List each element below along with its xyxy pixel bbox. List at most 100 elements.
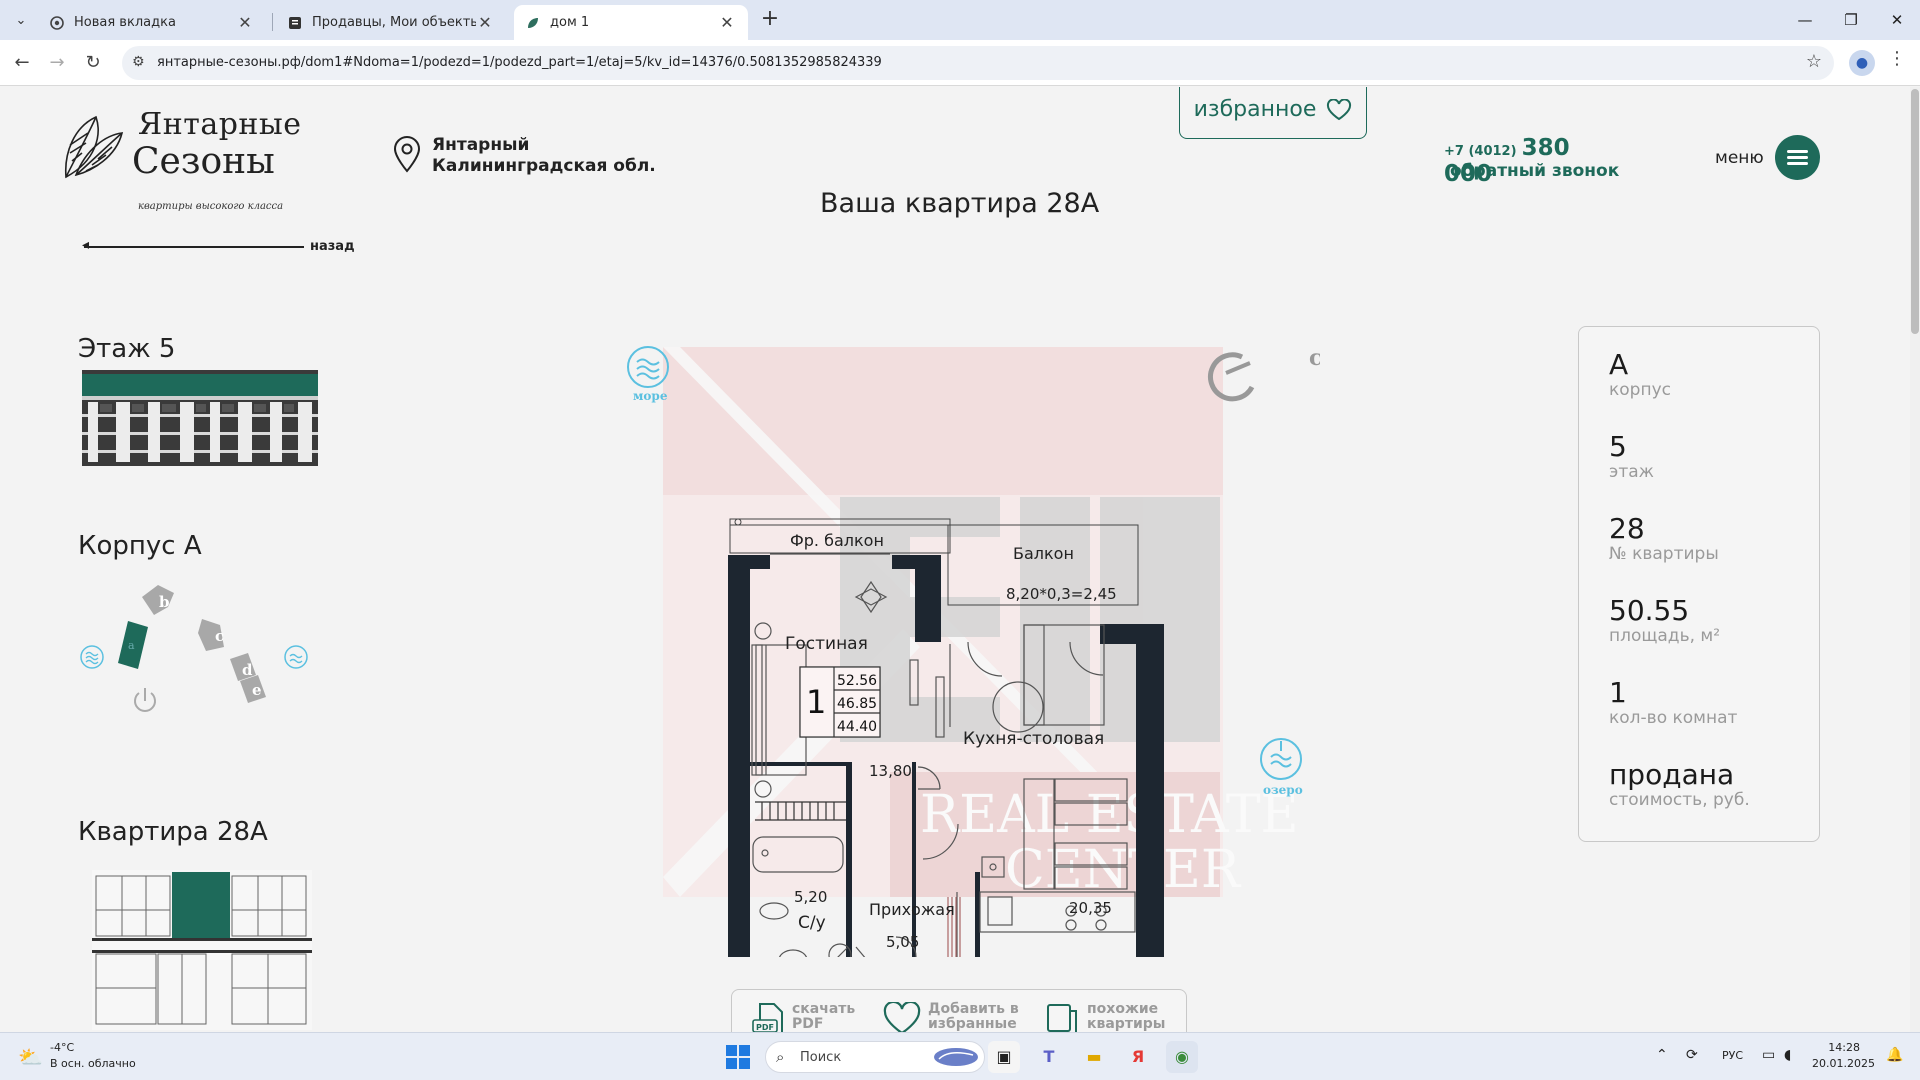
kitchen-area-label: 20,35 [1069,899,1112,917]
info-value: 1 [1609,676,1627,709]
watermark-logo: REAL ESTATE CENTER [663,347,1299,900]
taskbar-search[interactable]: ⌕ Поиск [765,1041,985,1073]
page-scrollbar[interactable] [1910,87,1920,1032]
yandex-browser-icon[interactable]: Я [1122,1041,1154,1073]
close-icon[interactable]: ✕ [718,13,736,32]
logo-text-line1: Янтарные [138,107,302,142]
task-view-icon[interactable]: ▣ [988,1041,1020,1073]
corpus-site-map[interactable]: a b c d e [76,577,316,757]
corpus-building-b[interactable]: b [142,585,174,615]
teams-icon[interactable]: T [1033,1041,1065,1073]
url-text[interactable]: янтарные-сезоны.рф/dom1#Ndoma=1/podezd=1… [157,55,882,70]
hall-area-label: 5,05 [886,933,919,951]
restore-button[interactable]: ❐ [1828,0,1874,40]
reload-icon[interactable]: ↻ [78,48,108,78]
center-label: с [1309,345,1320,371]
bookmark-star-icon[interactable]: ☆ [1806,51,1822,72]
tab-search-button[interactable]: ⌄ [8,8,34,34]
floor-building-image[interactable] [82,370,318,466]
floor-heading: Этаж 5 [78,334,176,364]
info-floor: 5 этаж [1609,430,1654,483]
corpus-building-d[interactable]: d [230,653,256,681]
weather-description[interactable]: В осн. облачно [50,1057,136,1070]
tab-new-tab[interactable]: Новая вкладка ✕ [38,5,266,40]
add-to-favorites-label: Добавить в избранные [928,1001,1019,1032]
notification-bell-icon[interactable]: 🔔 [1886,1047,1903,1063]
site-logo[interactable]: Янтарные Сезоны квартиры высокого класса [62,105,322,212]
clock-time[interactable]: 14:28 [1820,1041,1860,1054]
corpus-label: c [215,627,224,645]
tab-separator [272,13,273,31]
bath-label: С/у [798,913,826,933]
back-arrow-icon[interactable]: ← [7,48,37,78]
sea-icon [627,346,669,388]
keyboard-language[interactable]: РУС [1722,1049,1743,1062]
living-room-label: Гостиная [785,634,868,654]
add-to-favorites-button[interactable]: Добавить в избранные [882,1002,1028,1032]
floor-plan-thumbnail[interactable] [92,870,312,1030]
download-pdf-button[interactable]: PDF скачать PDF [752,1002,882,1032]
site-info-icon[interactable]: ⚙ [132,54,145,70]
scrollbar-thumb[interactable] [1911,89,1919,334]
tab-dom1[interactable]: дом 1 ✕ [514,5,748,40]
corpus-building-e[interactable]: e [240,675,266,703]
more-menu-icon[interactable]: ⋮ [1888,48,1906,69]
favorites-button[interactable]: избранное [1179,87,1367,139]
leaf-favicon-icon [526,16,540,30]
corpus-label: b [159,593,170,611]
profile-icon[interactable]: ● [1849,50,1875,76]
info-apartment-number: 28 № квартиры [1609,512,1719,565]
info-value: 28 [1609,512,1645,545]
forward-arrow-icon[interactable]: → [42,48,72,78]
info-value: 5 [1609,430,1627,463]
tab-title: дом 1 [550,15,590,30]
similar-apartments-button[interactable]: похожие квартиры [1045,1002,1177,1032]
arrow-left-icon: ◂ [82,237,90,253]
sync-icon[interactable]: ⟳ [1686,1047,1698,1063]
minimize-button[interactable]: — [1782,0,1828,40]
file-explorer-icon[interactable]: ▬ [1078,1041,1110,1073]
heart-icon [883,1002,921,1032]
center-landmark: с [1208,345,1320,402]
new-tab-button[interactable]: + [756,6,784,34]
callback-link[interactable]: обратный звонок [1450,161,1619,181]
heart-icon [1327,98,1352,120]
download-pdf-label: скачать PDF [792,1001,856,1032]
weather-cloud-icon[interactable]: ⛅ [18,1045,43,1069]
search-icon: ⌕ [776,1048,785,1066]
action-bar: PDF скачать PDF Добавить в избранные пох… [731,989,1187,1032]
network-icon[interactable]: ▭ [1762,1047,1775,1063]
lake-label: озеро [1263,783,1303,797]
close-window-button[interactable]: ✕ [1874,0,1920,40]
windows-start-icon[interactable] [726,1045,750,1069]
close-icon[interactable]: ✕ [236,13,254,32]
menu-label[interactable]: меню [1715,148,1764,168]
corpus-building-c[interactable]: c [198,619,224,651]
lake-icon [284,645,308,669]
chevron-up-icon[interactable]: ⌃ [1656,1047,1668,1063]
sea-landmark: море [627,346,669,403]
weather-temperature[interactable]: -4°C [50,1041,74,1054]
browser-toolbar: ← → ↻ ⚙ янтарные-сезоны.рф/dom1#Ndoma=1/… [0,40,1920,86]
tab-sellers[interactable]: Продавцы, Мои объекты ✕ [276,5,506,40]
bath-area-label: 5,20 [794,888,827,906]
hamburger-icon [1787,156,1808,159]
volume-icon[interactable]: ◖ [1784,1047,1791,1063]
summary-rooms: 1 [806,683,826,721]
summary-total: 52.56 [837,673,877,689]
apartment-heading: Квартира 28А [78,817,268,847]
corpus-building-a[interactable]: a [118,621,148,669]
plan-area: REAL ESTATE CENTER море с озеро Фр. балк… [627,345,1320,957]
apartment-info-card: А корпус 5 этаж 28 № квартиры 50.55 площ… [1578,326,1820,842]
watermark-line2: CENTER [1005,840,1242,900]
corpus-heading: Корпус А [78,531,202,561]
similar-apartments-label: похожие квартиры [1087,1001,1166,1032]
clock-date[interactable]: 20.01.2025 [1812,1057,1875,1070]
chrome-taskbar-icon[interactable]: ◉ [1166,1041,1198,1073]
back-link[interactable]: ◂ назад [82,237,355,257]
hamburger-menu-button[interactable] [1775,135,1820,180]
info-label: кол-во комнат [1609,708,1738,728]
close-icon[interactable]: ✕ [476,13,494,32]
address-bar[interactable]: ⚙ янтарные-сезоны.рф/dom1#Ndoma=1/podezd… [122,46,1834,80]
info-label: этаж [1609,462,1654,482]
